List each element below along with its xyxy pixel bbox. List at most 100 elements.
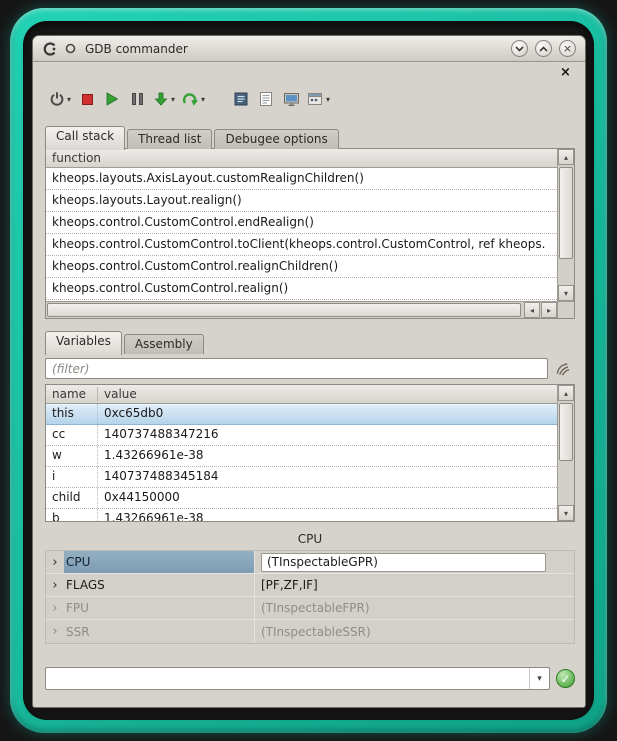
pause-button[interactable] xyxy=(126,87,148,112)
variables-header: name value xyxy=(46,385,557,404)
register-group-value: [PF,ZF,IF] xyxy=(254,574,574,596)
claw-icon xyxy=(555,361,570,376)
continue-button[interactable] xyxy=(101,87,123,112)
tab-label: Thread list xyxy=(138,132,201,146)
expander-icon[interactable]: › xyxy=(46,574,64,596)
close-pane-button[interactable]: × xyxy=(559,67,572,80)
variable-row[interactable]: b 1.43266961e-38 xyxy=(46,509,557,521)
stop-button[interactable] xyxy=(76,87,98,112)
chevron-up-icon xyxy=(539,46,548,52)
stack-frame-row[interactable]: kheops.control.CustomControl.realignChil… xyxy=(46,256,557,278)
tab-thread-list[interactable]: Thread list xyxy=(127,129,212,149)
step-over-arrow-icon xyxy=(182,91,199,107)
close-icon: × xyxy=(560,65,571,80)
scroll-right-icon: ▸ xyxy=(547,306,551,315)
send-command-button[interactable]: ✓ xyxy=(556,669,575,688)
combobox-dropdown-button[interactable]: ▾ xyxy=(529,668,549,689)
column-header-value: value xyxy=(98,387,143,401)
monitor-icon xyxy=(283,91,300,107)
register-group-value: (TInspectableSSR) xyxy=(254,620,574,643)
vertical-scrollbar[interactable]: ▴ ▾ xyxy=(557,149,574,301)
cpu-row[interactable]: › SSR (TInspectableSSR) xyxy=(46,620,574,643)
close-icon: × xyxy=(563,43,572,54)
show-messages-button[interactable] xyxy=(255,87,277,112)
stack-frame-row[interactable]: kheops.control.CustomControl.endRealign(… xyxy=(46,212,557,234)
variable-value: 0xc65db0 xyxy=(98,404,557,424)
scrollbar-thumb[interactable] xyxy=(559,167,573,259)
variable-name: this xyxy=(46,404,98,424)
scrollbar-thumb[interactable] xyxy=(47,303,521,317)
gdb-command-input[interactable] xyxy=(46,668,528,689)
cpu-row[interactable]: › FLAGS [PF,ZF,IF] xyxy=(46,574,574,597)
debuggee-window-button[interactable] xyxy=(280,87,302,112)
variable-name: i xyxy=(46,467,98,487)
scroll-up-icon: ▴ xyxy=(564,153,568,162)
show-log-button[interactable] xyxy=(230,87,252,112)
cpu-group-title: CPU xyxy=(45,532,575,546)
register-group-name: CPU xyxy=(64,551,254,573)
app-icon xyxy=(42,41,58,57)
scroll-up-button[interactable]: ▴ xyxy=(558,385,574,401)
variable-row[interactable]: child 0x44150000 xyxy=(46,488,557,509)
register-group-name: FLAGS xyxy=(64,574,254,596)
tab-label: Assembly xyxy=(135,337,193,351)
variables-table: name value this 0xc65db0 cc 140737488347… xyxy=(45,384,575,522)
call-stack-rows: kheops.layouts.AxisLayout.customRealignC… xyxy=(46,168,557,301)
variable-row[interactable]: i 140737488345184 xyxy=(46,467,557,488)
column-header-function: function xyxy=(46,151,107,165)
register-group-value: (TInspectableFPR) xyxy=(254,597,574,619)
scroll-left-button[interactable]: ◂ xyxy=(524,302,540,318)
minimize-button[interactable] xyxy=(511,40,528,57)
stack-frame-row[interactable]: kheops.control.CustomControl.realign() xyxy=(46,278,557,300)
app-icon-glyph xyxy=(42,41,58,57)
expander-icon[interactable]: › xyxy=(46,597,64,619)
register-group-name: SSR xyxy=(64,620,254,643)
scroll-right-button[interactable]: ▸ xyxy=(541,302,557,318)
tab-assembly[interactable]: Assembly xyxy=(124,334,204,354)
cpu-row[interactable]: › FPU (TInspectableFPR) xyxy=(46,597,574,620)
scroll-down-icon: ▾ xyxy=(564,509,568,518)
register-value-field[interactable]: (TInspectableGPR) xyxy=(261,553,546,572)
scroll-down-button[interactable]: ▾ xyxy=(558,505,574,521)
chevron-down-icon: ▾ xyxy=(67,95,71,104)
check-icon: ✓ xyxy=(560,672,570,686)
scroll-up-icon: ▴ xyxy=(564,389,568,398)
tab-debugee-options[interactable]: Debugee options xyxy=(214,129,338,149)
custom-commands-button[interactable]: ▾ xyxy=(305,87,332,112)
variable-row[interactable]: w 1.43266961e-38 xyxy=(46,446,557,467)
vertical-scrollbar[interactable]: ▴ ▾ xyxy=(557,385,574,521)
tab-call-stack[interactable]: Call stack xyxy=(45,126,125,150)
window-list-icon xyxy=(307,91,324,107)
stack-frame-row[interactable]: kheops.layouts.Layout.realign() xyxy=(46,190,557,212)
tab-label: Variables xyxy=(56,334,111,348)
stack-frame-row[interactable]: kheops.layouts.AxisLayout.customRealignC… xyxy=(46,168,557,190)
expander-icon[interactable]: › xyxy=(46,551,64,573)
variable-value: 1.43266961e-38 xyxy=(98,509,557,521)
step-button[interactable]: ▾ xyxy=(151,87,177,112)
message-list-icon xyxy=(258,91,274,107)
titlebar[interactable]: GDB commander × xyxy=(33,36,585,62)
variable-value: 140737488345184 xyxy=(98,467,557,487)
cpu-row[interactable]: › CPU (TInspectableGPR) xyxy=(46,551,574,574)
close-button[interactable]: × xyxy=(559,40,576,57)
filter-options-button[interactable] xyxy=(554,360,571,377)
horizontal-scrollbar[interactable]: ◂ ▸ xyxy=(46,301,557,318)
step-over-button[interactable]: ▾ xyxy=(180,87,207,112)
scroll-up-button[interactable]: ▴ xyxy=(558,149,574,165)
variable-row[interactable]: cc 140737488347216 xyxy=(46,425,557,446)
power-button[interactable]: ▾ xyxy=(47,87,73,112)
scroll-down-button[interactable]: ▾ xyxy=(558,285,574,301)
chevron-down-icon: ▾ xyxy=(326,95,330,104)
maximize-button[interactable] xyxy=(535,40,552,57)
stack-frame-row[interactable]: kheops.control.CustomControl.toClient(kh… xyxy=(46,234,557,256)
stop-icon xyxy=(82,94,93,105)
scrollbar-thumb[interactable] xyxy=(559,403,573,461)
expander-icon[interactable]: › xyxy=(46,620,64,643)
tab-variables[interactable]: Variables xyxy=(45,331,122,355)
circle-icon xyxy=(65,43,76,54)
stack-tabbar: Call stack Thread list Debugee options xyxy=(45,125,341,149)
window-menu-icon[interactable] xyxy=(65,43,76,54)
filter-input[interactable] xyxy=(45,358,548,379)
variable-row[interactable]: this 0xc65db0 xyxy=(46,404,557,425)
gdb-command-combobox[interactable]: ▾ xyxy=(45,667,550,690)
